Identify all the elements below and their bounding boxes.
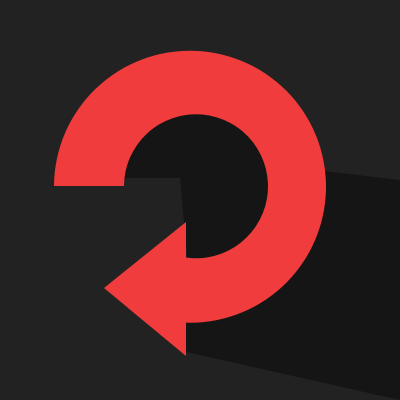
arrow-head	[104, 222, 186, 356]
rotate-arrow-icon	[54, 50, 400, 400]
icon-tile	[0, 0, 400, 400]
